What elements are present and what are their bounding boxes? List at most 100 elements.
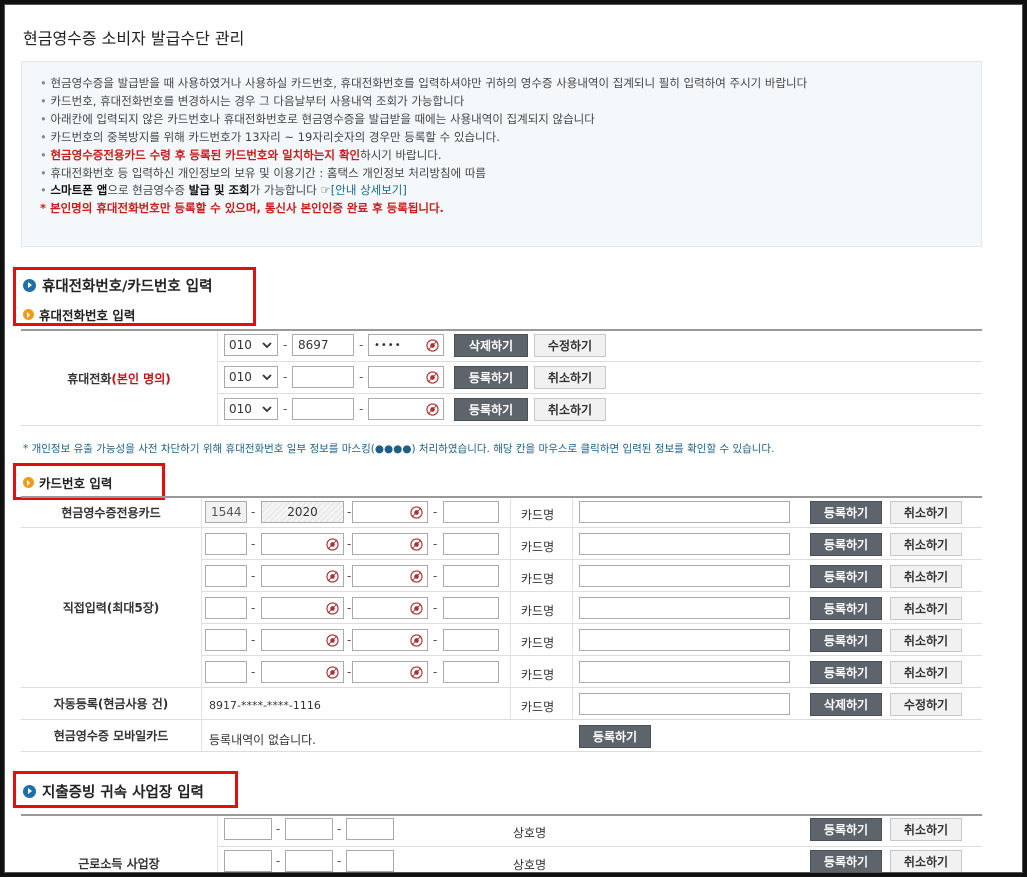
direct-card-2-name-input[interactable] xyxy=(579,565,790,587)
phone-middle-input-2[interactable] xyxy=(292,366,354,388)
phone-cancel-button-3[interactable]: 취소하기 xyxy=(534,398,606,421)
direct-card-4-part3[interactable] xyxy=(352,629,428,651)
mobile-card-register-button[interactable]: 등록하기 xyxy=(579,725,651,748)
phone-delete-button-1[interactable]: 삭제하기 xyxy=(454,334,528,357)
eye-icon[interactable] xyxy=(326,538,339,551)
phone-middle-input-3[interactable] xyxy=(292,398,354,420)
direct-card-4-part1[interactable] xyxy=(205,629,247,651)
separator: - xyxy=(347,537,352,551)
eye-icon[interactable] xyxy=(410,666,423,679)
eye-icon[interactable] xyxy=(326,602,339,615)
dedicated-card-register-button[interactable]: 등록하기 xyxy=(810,501,882,524)
direct-card-2-part2[interactable] xyxy=(261,565,344,587)
auto-card-edit-button[interactable]: 수정하기 xyxy=(890,693,962,716)
direct-card-5-register-button[interactable]: 등록하기 xyxy=(810,661,882,684)
direct-card-3-part3[interactable] xyxy=(352,597,428,619)
eye-icon[interactable] xyxy=(326,666,339,679)
direct-card-3-part2[interactable] xyxy=(261,597,344,619)
chevron-down-icon xyxy=(262,374,272,381)
business-number-1-part2[interactable] xyxy=(285,818,333,840)
direct-card-1-name-input[interactable] xyxy=(579,533,790,555)
separator: - xyxy=(433,665,438,679)
direct-card-4-part4[interactable] xyxy=(443,629,499,651)
direct-card-1-part1[interactable] xyxy=(205,533,247,555)
col-divider xyxy=(510,498,511,719)
phone-last-input-2[interactable] xyxy=(368,366,444,388)
business-number-2-part1[interactable] xyxy=(224,850,272,872)
eye-icon[interactable] xyxy=(410,506,423,519)
auto-card-name-input[interactable] xyxy=(579,693,790,715)
phone-prefix-select-1[interactable]: 010 xyxy=(224,334,278,356)
direct-card-3-cancel-button[interactable]: 취소하기 xyxy=(890,597,962,620)
eye-icon[interactable] xyxy=(410,634,423,647)
direct-card-3-name-input[interactable] xyxy=(579,597,790,619)
direct-card-3-part1[interactable] xyxy=(205,597,247,619)
dedicated-card-name-input[interactable] xyxy=(579,501,790,523)
eye-icon[interactable] xyxy=(426,403,439,416)
business-1-register-button[interactable]: 등록하기 xyxy=(810,818,882,841)
dedicated-card-part3[interactable] xyxy=(352,501,428,523)
direct-card-1-part2[interactable] xyxy=(261,533,344,555)
phone-last-input-3[interactable] xyxy=(368,398,444,420)
eye-icon[interactable] xyxy=(410,538,423,551)
direct-card-1-cancel-button[interactable]: 취소하기 xyxy=(890,533,962,556)
col-divider xyxy=(217,331,218,425)
direct-card-2-cancel-button[interactable]: 취소하기 xyxy=(890,565,962,588)
row-divider xyxy=(217,846,982,847)
business-name-label: 상호명 xyxy=(513,826,547,840)
select-value: 010 xyxy=(229,338,252,352)
guide-detail-link[interactable]: [안내 상세보기] xyxy=(331,183,407,197)
notice-emphasis: 현금영수증전용카드 수령 후 등록된 카드번호와 일치하는지 확인 xyxy=(50,147,361,162)
direct-card-2-register-button[interactable]: 등록하기 xyxy=(810,565,882,588)
direct-card-2-part3[interactable] xyxy=(352,565,428,587)
direct-card-5-part1[interactable] xyxy=(205,661,247,683)
direct-card-1-part3[interactable] xyxy=(352,533,428,555)
direct-card-4-part2[interactable] xyxy=(261,629,344,651)
auto-card-delete-button[interactable]: 삭제하기 xyxy=(810,693,882,716)
direct-card-2-part1[interactable] xyxy=(205,565,247,587)
eye-icon[interactable] xyxy=(410,602,423,615)
direct-card-5-part2[interactable] xyxy=(261,661,344,683)
phone-register-button-2[interactable]: 등록하기 xyxy=(454,366,528,389)
phone-cancel-button-2[interactable]: 취소하기 xyxy=(534,366,606,389)
direct-card-5-part4[interactable] xyxy=(443,661,499,683)
direct-card-4-cancel-button[interactable]: 취소하기 xyxy=(890,629,962,652)
auto-card-number: 8917-****-****-1116 xyxy=(209,699,321,712)
chevron-down-icon xyxy=(262,342,272,349)
phone-middle-input-1[interactable]: 8697 xyxy=(292,334,354,356)
business-number-1-part3[interactable] xyxy=(346,818,394,840)
row-divider xyxy=(201,655,982,656)
direct-card-5-part3[interactable] xyxy=(352,661,428,683)
direct-card-2-part4[interactable] xyxy=(443,565,499,587)
business-number-2-part2[interactable] xyxy=(285,850,333,872)
eye-icon[interactable] xyxy=(410,570,423,583)
direct-card-3-register-button[interactable]: 등록하기 xyxy=(810,597,882,620)
business-2-cancel-button[interactable]: 취소하기 xyxy=(890,850,962,872)
eye-icon[interactable] xyxy=(326,570,339,583)
eye-icon[interactable] xyxy=(426,339,439,352)
phone-register-button-3[interactable]: 등록하기 xyxy=(454,398,528,421)
separator: - xyxy=(276,822,281,836)
business-1-cancel-button[interactable]: 취소하기 xyxy=(890,818,962,841)
phone-edit-button-1[interactable]: 수정하기 xyxy=(534,334,606,357)
business-number-1-part1[interactable] xyxy=(224,818,272,840)
eye-icon[interactable] xyxy=(426,371,439,384)
phone-last-input-1[interactable]: •••• xyxy=(368,334,444,356)
business-number-2-part3[interactable] xyxy=(346,850,394,872)
business-2-register-button[interactable]: 등록하기 xyxy=(810,850,882,872)
direct-card-5-cancel-button[interactable]: 취소하기 xyxy=(890,661,962,684)
dedicated-card-cancel-button[interactable]: 취소하기 xyxy=(890,501,962,524)
direct-card-4-name-input[interactable] xyxy=(579,629,790,651)
phone-prefix-select-3[interactable]: 010 xyxy=(224,398,278,420)
dedicated-card-part4[interactable] xyxy=(443,501,499,523)
direct-card-3-part4[interactable] xyxy=(443,597,499,619)
direct-card-1-part4[interactable] xyxy=(443,533,499,555)
eye-icon[interactable] xyxy=(326,634,339,647)
separator: - xyxy=(251,537,256,551)
direct-card-4-register-button[interactable]: 등록하기 xyxy=(810,629,882,652)
phone-prefix-select-2[interactable]: 010 xyxy=(224,366,278,388)
direct-card-5-name-input[interactable] xyxy=(579,661,790,683)
notice-text: 가 가능합니다 xyxy=(249,183,321,198)
direct-card-1-register-button[interactable]: 등록하기 xyxy=(810,533,882,556)
phone-label-text: 휴대전화 xyxy=(67,371,112,386)
